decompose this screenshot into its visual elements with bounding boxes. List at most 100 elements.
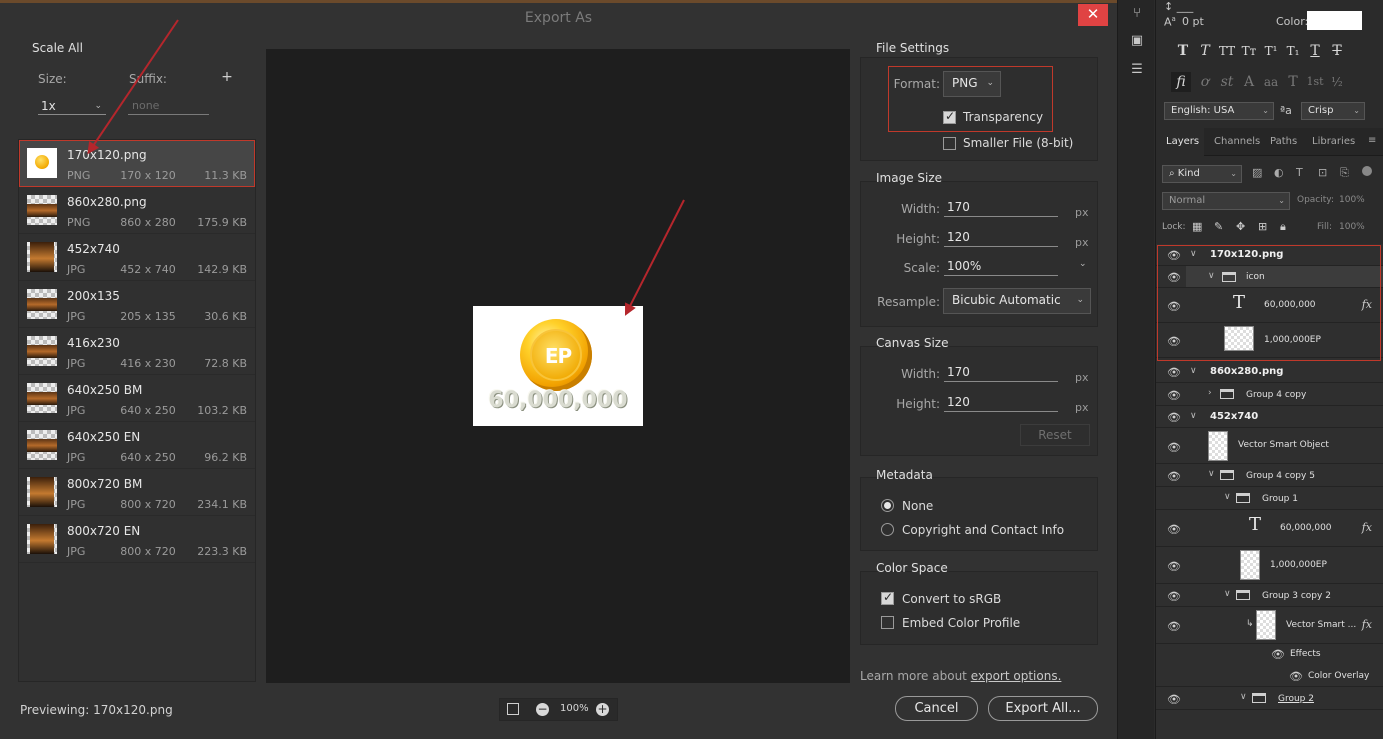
eye-icon[interactable]: 👁︎ <box>1167 441 1181 454</box>
reset-button[interactable]: Reset <box>1020 424 1090 446</box>
layer-row[interactable]: 👁︎ 1,000,000EP <box>1156 547 1383 584</box>
color-swatch[interactable] <box>1307 11 1362 30</box>
layer-row[interactable]: 👁︎ ∨ Group 3 copy 2 <box>1156 584 1383 607</box>
filter-pixel-icon[interactable]: ▨ <box>1252 166 1262 179</box>
underline-icon[interactable]: T <box>1305 41 1325 61</box>
asset-item[interactable]: 170x120.png PNG 170 x 120 11.3 KB <box>19 140 255 187</box>
layer-row[interactable]: 👁︎ Vector Smart Object <box>1156 428 1383 464</box>
eye-icon[interactable]: 👁︎ <box>1167 590 1181 603</box>
filter-adjustment-icon[interactable]: ◐ <box>1274 166 1284 179</box>
layer-row[interactable]: 👁︎ T 60,000,000 fx <box>1156 510 1383 547</box>
eye-icon[interactable]: 👁︎ <box>1289 670 1303 683</box>
3d-cube-icon[interactable]: ▣ <box>1128 33 1146 49</box>
eye-icon[interactable]: 👁︎ <box>1167 523 1181 536</box>
old-style-icon[interactable]: ơ <box>1195 72 1215 92</box>
strikethrough-icon[interactable]: T <box>1327 41 1347 61</box>
chevron-down-icon[interactable]: ∨ <box>1240 692 1247 702</box>
zoom-in-icon[interactable]: + <box>596 703 609 716</box>
faux-italic-icon[interactable]: T <box>1195 41 1215 61</box>
asset-item[interactable]: 640x250 BM JPG 640 x 250 103.2 KB <box>19 375 255 422</box>
transparency-checkbox[interactable] <box>943 109 956 124</box>
tab-layers[interactable]: Layers <box>1166 136 1199 147</box>
layer-row[interactable]: 👁︎ Color Overlay <box>1156 665 1383 687</box>
asset-item[interactable]: 640x250 EN JPG 640 x 250 96.2 KB <box>19 422 255 469</box>
eye-icon[interactable]: 👁︎ <box>1167 560 1181 573</box>
chevron-right-icon[interactable]: › <box>1208 388 1212 398</box>
layer-row[interactable]: 👁︎ 1,000,000EP <box>1156 323 1383 358</box>
titling-alternates-icon[interactable]: aa <box>1261 72 1281 92</box>
image-width-input[interactable]: 170 <box>944 199 1058 217</box>
fx-icon[interactable]: fx <box>1362 298 1372 311</box>
fractions-icon[interactable]: ½ <box>1327 72 1347 92</box>
layer-row[interactable]: 👁︎ ∨ 170x120.png <box>1156 244 1383 266</box>
eye-icon[interactable]: 👁︎ <box>1167 300 1181 313</box>
ordinals-icon[interactable]: 1st <box>1305 72 1325 92</box>
format-select[interactable]: PNG ⌄ <box>943 71 1001 97</box>
lock-all-icon[interactable]: 🔒︎ <box>1280 220 1286 234</box>
chevron-down-icon[interactable]: ∨ <box>1190 411 1197 421</box>
layer-row[interactable]: 👁︎ ∨ 452x740 <box>1156 406 1383 428</box>
fx-icon[interactable]: fx <box>1362 521 1372 534</box>
eye-icon[interactable]: 👁︎ <box>1167 271 1181 284</box>
eye-icon[interactable]: 👁︎ <box>1167 620 1181 633</box>
blend-mode-select[interactable]: Normal ⌄ <box>1162 192 1290 210</box>
asset-item[interactable]: 860x280.png PNG 860 x 280 175.9 KB <box>19 187 255 234</box>
filter-smart-icon[interactable]: ⎘ <box>1340 166 1349 180</box>
eye-icon[interactable]: 👁︎ <box>1167 693 1181 706</box>
add-scale-icon[interactable]: + <box>220 69 234 85</box>
export-all-button[interactable]: Export All... <box>988 696 1098 721</box>
baseline-shift-value[interactable]: 0 pt <box>1182 15 1204 28</box>
subscript-icon[interactable]: T₁ <box>1283 41 1303 61</box>
usb-icon[interactable]: ⑂ <box>1128 6 1146 22</box>
layer-row[interactable]: 👁︎ › Group 4 copy <box>1156 383 1383 406</box>
canvas-width-input[interactable]: 170 <box>944 364 1058 382</box>
tab-paths[interactable]: Paths <box>1270 136 1297 147</box>
lock-transparent-icon[interactable]: ▦ <box>1192 220 1202 233</box>
lock-brush-icon[interactable]: ✎ <box>1214 220 1223 233</box>
chevron-down-icon[interactable]: ∨ <box>1224 589 1231 599</box>
opacity-value[interactable]: 100% <box>1339 195 1365 205</box>
chevron-down-icon[interactable]: ∨ <box>1224 492 1231 502</box>
eye-icon[interactable]: 👁︎ <box>1167 389 1181 402</box>
fx-icon[interactable]: fx <box>1362 618 1372 631</box>
contextual-alternates-icon[interactable]: T <box>1283 72 1303 92</box>
chevron-down-icon[interactable]: ∨ <box>1190 366 1197 376</box>
metadata-none-radio[interactable] <box>881 499 894 512</box>
eye-icon[interactable]: 👁︎ <box>1167 411 1181 424</box>
filter-type-icon[interactable]: T <box>1296 166 1303 179</box>
eye-icon[interactable]: 👁︎ <box>1167 335 1181 348</box>
layer-row[interactable]: 👁︎ ∨ Group 2 <box>1156 687 1383 710</box>
layer-row[interactable]: 👁︎ T 60,000,000 fx <box>1156 288 1383 323</box>
asset-item[interactable]: 200x135 JPG 205 x 135 30.6 KB <box>19 281 255 328</box>
panel-menu-icon[interactable]: ≡ <box>1368 135 1376 146</box>
kind-filter-select[interactable]: ⌕ Kind ⌄ <box>1162 165 1242 183</box>
embed-profile-checkbox[interactable] <box>881 616 894 629</box>
lock-move-icon[interactable]: ✥ <box>1236 220 1245 233</box>
ligatures-icon[interactable]: fi <box>1171 72 1191 92</box>
zoom-out-icon[interactable]: − <box>536 703 549 716</box>
suffix-input[interactable]: none <box>128 97 209 115</box>
convert-srgb-checkbox[interactable] <box>881 590 894 605</box>
filter-toggle-icon[interactable] <box>1362 166 1372 176</box>
lock-artboard-icon[interactable]: ⊞ <box>1258 220 1267 233</box>
layer-row[interactable]: 👁︎ Effects <box>1156 644 1383 665</box>
eye-icon[interactable]: 👁︎ <box>1167 249 1181 262</box>
asset-item[interactable]: 416x230 JPG 416 x 230 72.8 KB <box>19 328 255 375</box>
eye-icon[interactable]: 👁︎ <box>1167 366 1181 379</box>
image-height-input[interactable]: 120 <box>944 229 1058 247</box>
layer-row[interactable]: 👁︎ ∨ icon <box>1156 266 1383 288</box>
size-select[interactable]: 1x ⌄ <box>38 97 106 115</box>
resample-select[interactable]: Bicubic Automatic ⌄ <box>943 288 1091 314</box>
fit-to-screen-icon[interactable] <box>507 703 519 715</box>
asset-item[interactable]: 800x720 EN JPG 800 x 720 223.3 KB <box>19 516 255 563</box>
scale-input[interactable]: 100% <box>944 258 1058 276</box>
fill-value[interactable]: 100% <box>1339 222 1365 232</box>
smaller-file-checkbox[interactable] <box>943 137 956 150</box>
layer-row[interactable]: ∨ Group 1 <box>1156 487 1383 510</box>
faux-bold-icon[interactable]: T <box>1173 41 1193 61</box>
adjustments-icon[interactable]: ☰ <box>1128 62 1146 78</box>
scale-dropdown-icon[interactable]: ⌄ <box>1079 259 1087 269</box>
canvas-height-input[interactable]: 120 <box>944 394 1058 412</box>
tab-channels[interactable]: Channels <box>1214 136 1260 147</box>
language-select[interactable]: English: USA ⌄ <box>1164 102 1274 120</box>
